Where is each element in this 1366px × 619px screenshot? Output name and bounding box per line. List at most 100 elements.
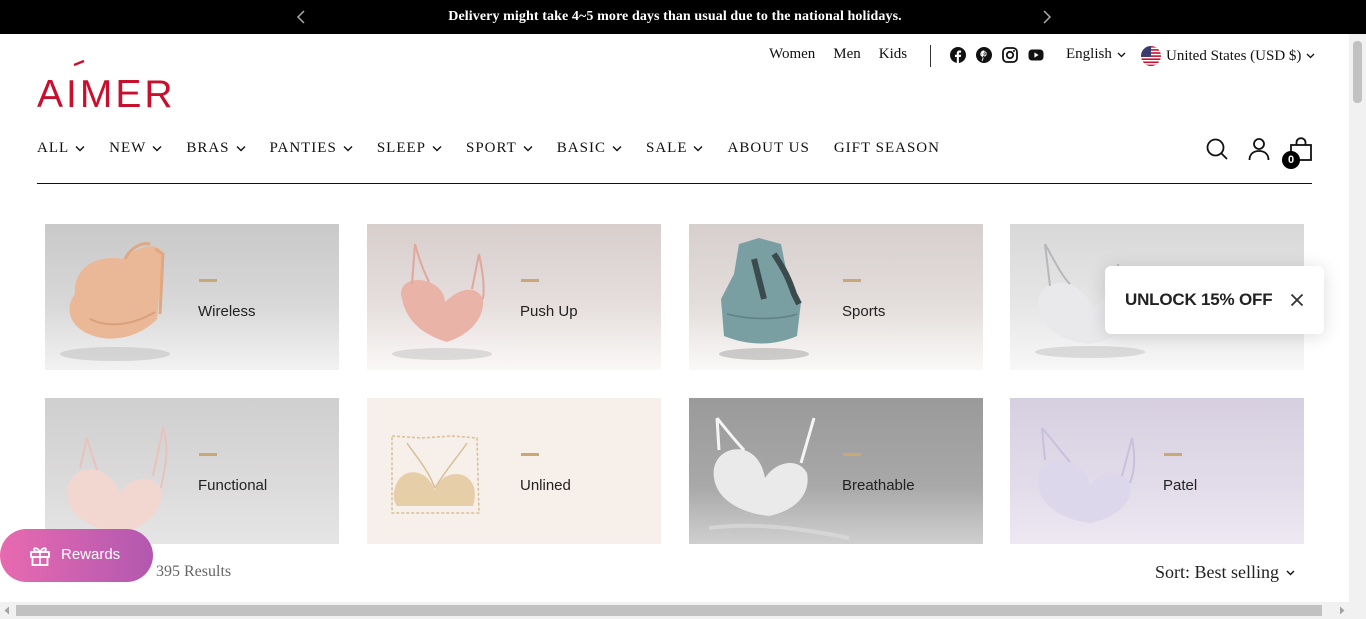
scroll-right-arrow-icon[interactable]: [1338, 606, 1346, 615]
account-icon[interactable]: [1247, 137, 1271, 166]
product-image: [392, 243, 492, 360]
youtube-icon[interactable]: [1028, 47, 1044, 63]
sort-selector[interactable]: Sort: Best selling: [1155, 562, 1295, 583]
page-vertical-scrollbar[interactable]: [1349, 34, 1366, 619]
chevron-down-icon: [432, 146, 442, 152]
scroll-left-arrow-icon[interactable]: [3, 606, 11, 615]
product-image: [391, 435, 480, 514]
announcement-next-arrow[interactable]: [1040, 8, 1054, 26]
tile-accent-dash: [843, 279, 861, 282]
category-label: Push Up: [520, 303, 578, 320]
main-navigation: ALL NEW BRAS PANTIES SLEEP SPORT BASIC S…: [37, 140, 964, 157]
facebook-icon[interactable]: [950, 47, 966, 63]
rewards-label: Rewards: [61, 546, 121, 563]
tile-accent-dash: [199, 279, 217, 282]
nav-item-gift-season[interactable]: GIFT SEASON: [834, 140, 940, 157]
product-image: [1037, 427, 1136, 523]
chevron-down-icon: [343, 146, 353, 152]
category-tile-sports[interactable]: Sports: [689, 224, 983, 370]
tile-accent-dash: [1164, 453, 1182, 456]
gift-icon: [30, 547, 50, 566]
results-count: 395 Results: [156, 563, 232, 580]
nav-item-label: BRAS: [186, 140, 230, 156]
chevron-down-icon: [152, 146, 162, 152]
close-icon[interactable]: [1290, 293, 1304, 307]
unlock-offer-popup[interactable]: UNLOCK 15% OFF: [1105, 266, 1324, 334]
tile-accent-dash: [843, 453, 861, 456]
nav-item-about-us[interactable]: ABOUT US: [727, 140, 809, 157]
nav-item-label: ABOUT US: [727, 140, 810, 156]
nav-item-sale[interactable]: SALE: [646, 140, 704, 157]
chevron-down-icon: [523, 146, 533, 152]
language-selector[interactable]: English: [1066, 46, 1126, 63]
announcement-bar: Delivery might take 4~5 more days than u…: [0, 0, 1366, 34]
product-image: [708, 417, 850, 540]
nav-item-label: BASIC: [556, 140, 606, 156]
us-flag-icon: [1141, 46, 1161, 66]
instagram-icon[interactable]: [1002, 47, 1018, 63]
country-label: United States (USD $): [1166, 47, 1302, 64]
pinterest-icon[interactable]: [976, 47, 992, 63]
nav-item-label: SALE: [645, 140, 688, 156]
category-label: Wireless: [198, 303, 256, 320]
nav-divider: [37, 183, 1312, 184]
nav-item-bras[interactable]: BRAS: [186, 140, 246, 157]
product-image: [66, 424, 168, 533]
tile-accent-dash: [521, 279, 539, 282]
nav-item-label: ALL: [37, 140, 70, 156]
sort-label: Sort: Best selling: [1155, 562, 1280, 582]
audience-link-women[interactable]: Women: [769, 46, 815, 68]
audience-links: Women Men Kids: [769, 46, 907, 68]
nav-item-panties[interactable]: PANTIES: [270, 140, 353, 157]
nav-item-label: SLEEP: [376, 140, 426, 156]
nav-item-new[interactable]: NEW: [109, 140, 162, 157]
chevron-down-icon: [75, 146, 85, 152]
chevron-down-icon: [236, 146, 246, 152]
category-tile-wireless[interactable]: Wireless: [45, 224, 339, 370]
category-tile-unlined[interactable]: Unlined: [367, 398, 661, 544]
category-label: Sports: [842, 303, 886, 320]
category-tile-breathable[interactable]: Breathable: [689, 398, 983, 544]
country-selector[interactable]: United States (USD $): [1141, 46, 1315, 66]
social-links: [950, 47, 1044, 63]
scrollbar-thumb[interactable]: [16, 605, 1322, 616]
category-tile-functional[interactable]: Functional: [45, 398, 339, 544]
nav-item-label: PANTIES: [269, 140, 337, 156]
chevron-right-icon: [1043, 10, 1052, 24]
audience-link-kids[interactable]: Kids: [879, 46, 907, 68]
nav-item-basic[interactable]: BASIC: [557, 140, 622, 157]
unlock-offer-text: UNLOCK 15% OFF: [1125, 290, 1273, 309]
category-tile-push-up[interactable]: Push Up: [367, 224, 661, 370]
chevron-down-icon: [1306, 53, 1315, 59]
category-label: Unlined: [520, 477, 571, 494]
announcement-text: Delivery might take 4~5 more days than u…: [448, 9, 902, 24]
nav-item-sport[interactable]: SPORT: [466, 140, 533, 157]
utility-divider: [930, 45, 931, 67]
audience-link-men[interactable]: Men: [833, 46, 861, 68]
chevron-down-icon: [693, 146, 703, 152]
search-icon[interactable]: [1205, 137, 1229, 166]
nav-item-sleep[interactable]: SLEEP: [377, 140, 442, 157]
cart-count-badge: 0: [1282, 151, 1300, 169]
category-tile-patel[interactable]: Patel: [1010, 398, 1304, 544]
category-label: Functional: [198, 477, 268, 494]
category-label: Patel: [1163, 477, 1198, 494]
nav-item-label: NEW: [109, 140, 147, 156]
rewards-button[interactable]: Rewards: [0, 529, 153, 582]
scrollbar-thumb[interactable]: [1353, 41, 1362, 103]
nav-item-label: GIFT SEASON: [833, 140, 940, 156]
nav-item-all[interactable]: ALL: [37, 140, 85, 157]
tile-accent-dash: [199, 453, 217, 456]
page-horizontal-scrollbar[interactable]: [0, 602, 1349, 619]
product-image: [719, 238, 809, 360]
tile-accent-dash: [521, 453, 539, 456]
product-image: [60, 242, 170, 361]
chevron-down-icon: [612, 146, 622, 152]
language-label: English: [1066, 46, 1112, 62]
brand-logo[interactable]: AIMER: [37, 59, 182, 116]
chevron-down-icon: [1286, 570, 1295, 575]
logo-wordmark: AIMER: [37, 73, 176, 112]
chevron-down-icon: [1117, 52, 1126, 57]
nav-item-label: SPORT: [466, 140, 517, 156]
category-label: Breathable: [842, 477, 915, 494]
